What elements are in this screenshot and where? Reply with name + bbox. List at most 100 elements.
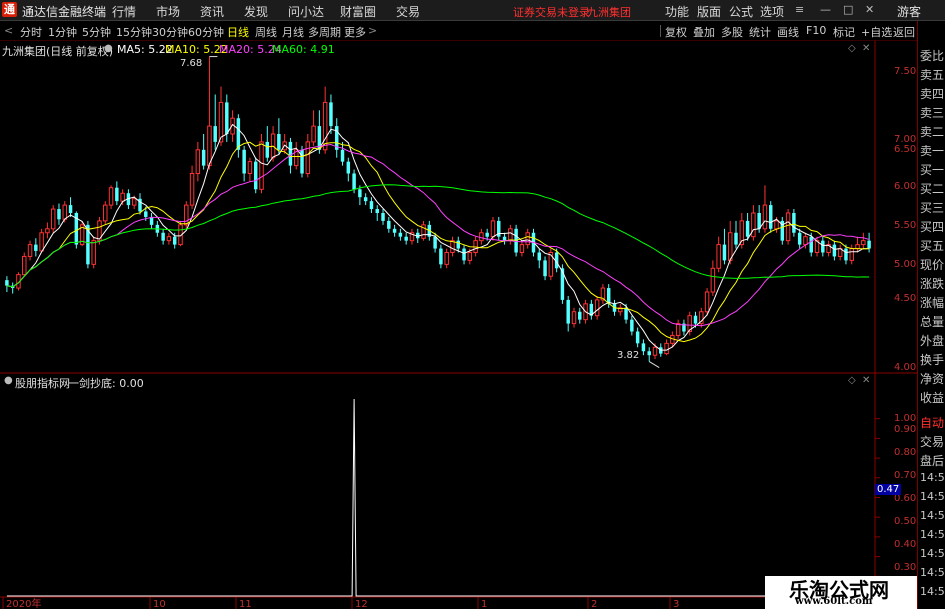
candle-body — [369, 201, 374, 210]
candle-body — [861, 240, 866, 246]
x-label: 3 — [673, 599, 679, 609]
mark-button[interactable]: 标记 — [833, 24, 855, 40]
settings-circle-icon[interactable]: ● — [104, 43, 113, 54]
tab-5min[interactable]: 5分钟 — [82, 24, 111, 40]
ytick: 4.00 — [894, 362, 917, 373]
candle-body — [734, 232, 738, 245]
indicator-settings-icon[interactable]: ● — [4, 375, 13, 386]
label-turnover: 换手 — [920, 353, 945, 367]
candle-body — [340, 149, 345, 162]
ma60-label: MA60: 4.91 — [272, 43, 335, 56]
label-netasset: 净资 — [920, 372, 945, 386]
menu-news[interactable]: 资讯 — [200, 3, 224, 20]
x-label: 1 — [481, 599, 487, 609]
user-label[interactable]: 游客 — [897, 3, 921, 20]
tab-15min[interactable]: 15分钟 — [116, 24, 152, 40]
menu-ask[interactable]: 问小达 — [288, 3, 324, 20]
candle-body — [433, 236, 437, 249]
candle-body — [444, 252, 449, 265]
close-pane-icon[interactable]: ✕ — [862, 43, 870, 54]
tab-auto[interactable]: 自动 — [920, 414, 944, 431]
menu-function[interactable]: 功能 — [665, 3, 689, 20]
tab-intraday[interactable]: 分时 — [20, 24, 42, 40]
menu-icon[interactable]: ≡ — [795, 3, 804, 16]
candle-body — [236, 118, 241, 150]
menu-trade[interactable]: 交易 — [396, 3, 420, 20]
close-pane-icon[interactable]: ✕ — [862, 375, 870, 386]
menu-wealth[interactable]: 财富圈 — [340, 3, 376, 20]
candle-body — [785, 212, 791, 242]
ytick: 7.50 — [894, 66, 917, 77]
minimize-icon[interactable]: — — [820, 3, 831, 16]
label-buy3: 买三 — [920, 201, 945, 215]
candle-body — [566, 299, 570, 324]
candle-body — [768, 205, 773, 229]
candle-body — [184, 204, 189, 226]
chart-title: 九洲集团(日线 前复权) — [2, 45, 114, 58]
candle-body — [867, 240, 871, 249]
ytick: 5.00 — [894, 259, 917, 270]
back-button[interactable]: 返回 — [893, 24, 915, 40]
tab-weekly[interactable]: 周线 — [255, 24, 277, 40]
menu-discover[interactable]: 发现 — [244, 3, 268, 20]
trade-status[interactable]: 证券交易未登录 — [513, 4, 590, 20]
indicator-line — [6, 398, 870, 597]
candle-body — [809, 236, 813, 253]
candle-body — [120, 192, 125, 202]
candle-body — [774, 220, 779, 230]
diamond-icon[interactable]: ◇ — [848, 375, 856, 386]
tab-30min[interactable]: 30分钟 — [152, 24, 188, 40]
ytick: 4.50 — [894, 293, 917, 304]
menu-layout[interactable]: 版面 — [697, 3, 721, 20]
candle-body — [22, 255, 27, 276]
low-price-label: 3.82 — [617, 350, 640, 361]
candle-body — [404, 236, 408, 241]
x-axis-labels: 2020年 10 11 12 1 2 3 — [2, 597, 679, 609]
candle-body — [277, 134, 281, 150]
candle-body — [722, 244, 727, 261]
chevron-right-icon[interactable]: > — [368, 24, 377, 37]
diamond-icon[interactable]: ◇ — [848, 43, 856, 54]
close-icon[interactable]: ✕ — [865, 3, 874, 16]
multi-stock-button[interactable]: 多股 — [721, 24, 743, 40]
candle-body — [855, 244, 860, 250]
arrow-left-icon[interactable]: < — [4, 24, 13, 37]
label-earnings: 收益 — [920, 391, 945, 405]
candle-body — [247, 161, 253, 175]
maximize-icon[interactable]: □ — [843, 3, 853, 16]
draw-button[interactable]: 画线 — [777, 24, 799, 40]
candle-body — [762, 204, 768, 230]
label-volume: 总量 — [920, 315, 945, 329]
candle-body — [115, 187, 119, 202]
add-watchlist-button[interactable]: +自选 — [861, 24, 892, 40]
tick-time: 14:56 — [920, 566, 945, 579]
watermark: 乐淘公式网 www.60lt.com — [765, 576, 917, 609]
tab-multi-period[interactable]: 多周期 — [308, 24, 341, 40]
candle-body — [624, 307, 628, 320]
stats-button[interactable]: 统计 — [749, 24, 771, 40]
overlay-button[interactable]: 叠加 — [693, 24, 715, 40]
kline-chart[interactable]: 2020年 10 11 12 1 2 3 — [0, 41, 917, 609]
tab-daily[interactable]: 日线 — [227, 24, 249, 40]
candle-body — [213, 126, 217, 142]
menu-options[interactable]: 选项 — [760, 3, 784, 20]
tick-time: 14:56 — [920, 471, 945, 484]
label-buy5: 买五 — [920, 239, 945, 253]
candle-body — [265, 141, 270, 158]
ind-ytick: 0.70 — [894, 470, 917, 481]
candle-body — [537, 252, 542, 261]
menu-market-center[interactable]: 市场 — [156, 3, 180, 20]
f10-button[interactable]: F10 — [806, 24, 826, 37]
indicator-title: 股朋指标网 — [15, 377, 70, 390]
tab-more[interactable]: 更多 — [344, 24, 366, 40]
tab-1min[interactable]: 1分钟 — [48, 24, 77, 40]
stock-short-name: 九洲集团 — [587, 6, 631, 19]
x-label: 2 — [591, 599, 597, 609]
candle-body — [525, 232, 530, 246]
tab-monthly[interactable]: 月线 — [282, 24, 304, 40]
tab-60min[interactable]: 60分钟 — [188, 24, 224, 40]
restore-right-button[interactable]: 复权 — [665, 24, 687, 40]
menu-formula[interactable]: 公式 — [729, 3, 753, 20]
menu-market[interactable]: 行情 — [112, 3, 136, 20]
candle-body — [91, 240, 96, 265]
